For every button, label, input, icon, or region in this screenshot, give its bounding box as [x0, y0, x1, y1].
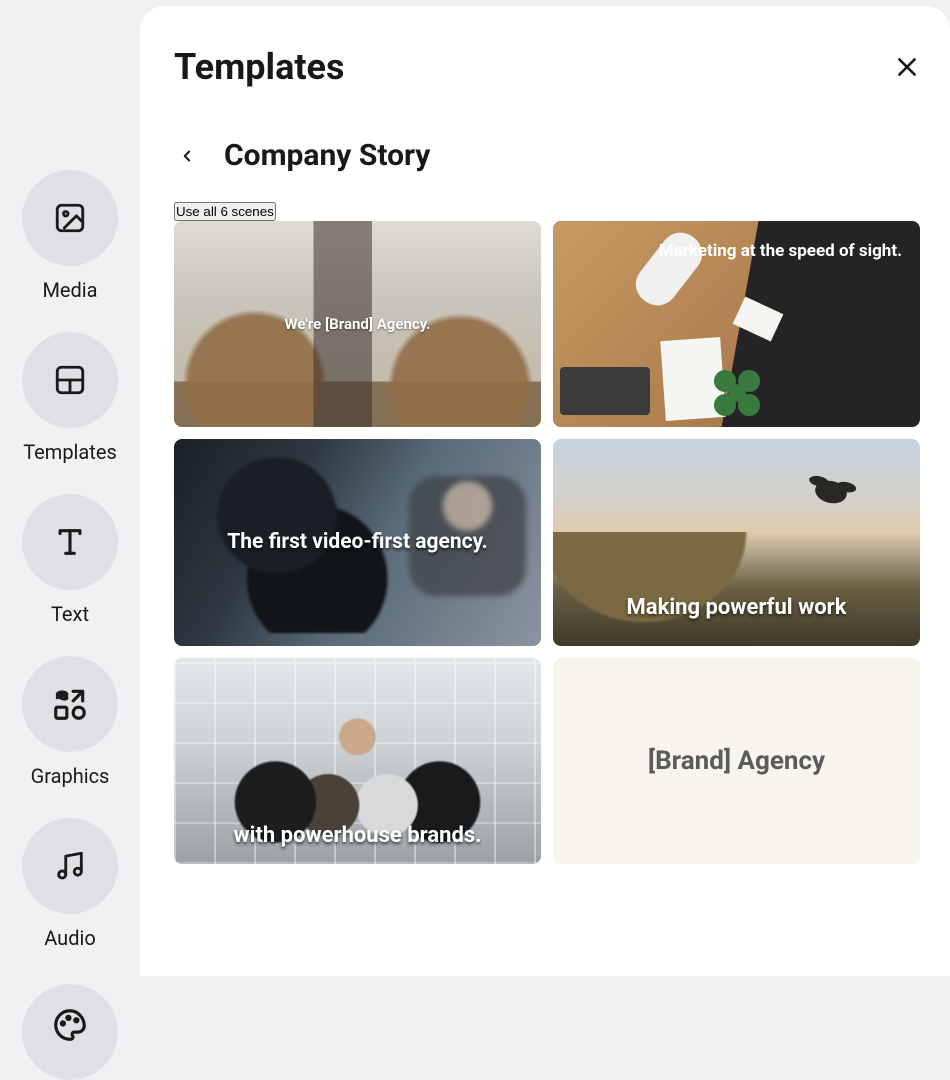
close-icon — [894, 54, 920, 80]
scene-card[interactable]: [Brand] Agency — [553, 658, 920, 864]
scene-card[interactable]: with powerhouse brands. — [174, 658, 541, 864]
sidebar-item-label: Audio — [44, 926, 96, 950]
sidebar-item-label: Text — [51, 602, 89, 626]
scene-caption: with powerhouse brands. — [174, 823, 541, 848]
scene-caption: [Brand] Agency — [648, 746, 825, 776]
image-icon — [22, 170, 118, 266]
scene-caption: Marketing at the speed of sight. — [659, 241, 902, 261]
panel-title: Templates — [174, 46, 344, 88]
scene-caption: We're [Brand] Agency. — [284, 315, 430, 333]
sidebar-item-label: Templates — [23, 440, 117, 464]
sidebar: Media Templates Text Graphics Audio — [0, 0, 140, 976]
music-icon — [22, 818, 118, 914]
subheader: Company Story — [174, 138, 920, 173]
use-all-scenes-button[interactable]: Use all 6 scenes — [174, 202, 276, 221]
scene-card[interactable]: The first video-first agency. — [174, 439, 541, 645]
sidebar-item-text[interactable]: Text — [22, 494, 118, 626]
category-title: Company Story — [224, 138, 430, 173]
scene-caption: Making powerful work — [553, 595, 920, 620]
scene-card[interactable]: We're [Brand] Agency. — [174, 221, 541, 427]
chevron-left-icon — [178, 147, 196, 165]
sidebar-item-media[interactable]: Media — [22, 170, 118, 302]
scene-caption: The first video-first agency. — [227, 530, 487, 554]
sidebar-item-label: Graphics — [31, 764, 110, 788]
sidebar-item-audio[interactable]: Audio — [22, 818, 118, 950]
layout-icon — [22, 332, 118, 428]
scene-card[interactable]: Marketing at the speed of sight. — [553, 221, 920, 427]
scene-grid: We're [Brand] Agency. Marketing at the s… — [174, 221, 920, 864]
back-button[interactable] — [174, 143, 200, 169]
sidebar-item-styles[interactable] — [22, 980, 118, 1080]
close-button[interactable] — [894, 54, 920, 80]
sidebar-item-label: Media — [42, 278, 97, 302]
sidebar-item-graphics[interactable]: Graphics — [22, 656, 118, 788]
panel-header: Templates — [174, 46, 920, 88]
text-icon — [22, 494, 118, 590]
templates-panel: Templates Company Story Use all 6 scenes… — [140, 6, 950, 976]
graphics-icon — [22, 656, 118, 752]
sidebar-item-templates[interactable]: Templates — [22, 332, 118, 464]
scene-card[interactable]: Making powerful work — [553, 439, 920, 645]
palette-icon — [22, 984, 118, 1080]
